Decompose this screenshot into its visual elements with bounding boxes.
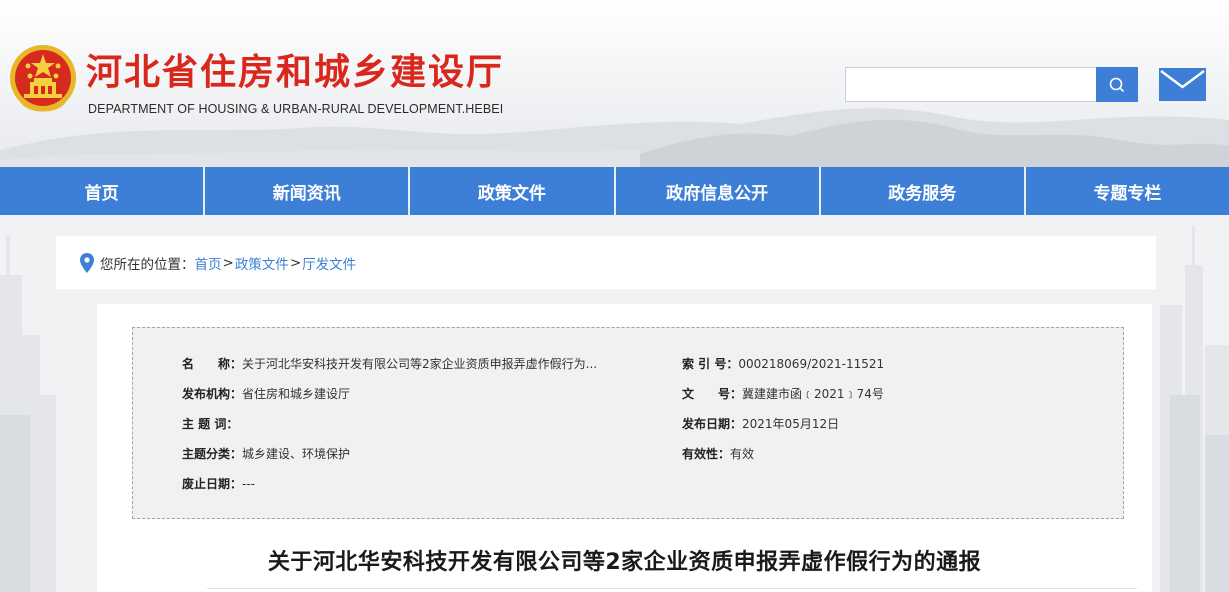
meta-name-value: 关于河北华安科技开发有限公司等2家企业资质申报弄虚作假行为... — [242, 357, 598, 371]
meta-name-label: 名 称： — [182, 357, 243, 371]
title-divider — [207, 588, 1137, 589]
meta-index: 索 引 号：000218069/2021-11521 — [682, 356, 1102, 372]
meta-validity-value: 有效 — [730, 447, 755, 461]
meta-docno-label: 文 号： — [682, 387, 743, 401]
meta-keywords: 主 题 词： — [182, 416, 622, 432]
breadcrumb-link-dept-docs[interactable]: 厅发文件 — [302, 253, 356, 273]
meta-docno: 文 号：冀建建市函﹝2021﹞74号 — [682, 386, 1102, 402]
nav-item-home[interactable]: 首页 — [0, 167, 206, 215]
breadcrumb-separator: > — [289, 254, 302, 271]
meta-validity: 有效性：有效 — [682, 446, 1102, 462]
meta-keywords-label: 主 题 词： — [182, 417, 239, 431]
breadcrumb-prefix: 您所在的位置： — [100, 256, 195, 273]
nav-item-services[interactable]: 政务服务 — [821, 167, 1026, 215]
document-title: 关于河北华安科技开发有限公司等2家企业资质申报弄虚作假行为的通报 — [267, 550, 982, 575]
meta-org-value: 省住房和城乡建设厅 — [242, 387, 351, 401]
meta-name: 名 称：关于河北华安科技开发有限公司等2家企业资质申报弄虚作假行为... — [182, 356, 622, 372]
article-card: 名 称：关于河北华安科技开发有限公司等2家企业资质申报弄虚作假行为... 索 引… — [97, 304, 1152, 592]
envelope-icon — [1159, 68, 1206, 101]
nav-item-news[interactable]: 新闻资讯 — [205, 167, 411, 215]
meta-org: 发布机构：省住房和城乡建设厅 — [182, 386, 622, 402]
meta-index-value: 000218069/2021-11521 — [738, 357, 885, 371]
page: 河北省住房和城乡建设厅 DEPARTMENT OF HOUSING & URBA… — [0, 0, 1229, 592]
meta-docno-value: 冀建建市函﹝2021﹞74号 — [742, 387, 884, 401]
meta-date-label: 发布日期： — [682, 417, 743, 431]
meta-expire-value: --- — [242, 477, 256, 491]
meta-index-label: 索 引 号： — [682, 357, 739, 371]
meta-date: 发布日期：2021年05月12日 — [682, 416, 1102, 432]
search-input[interactable] — [845, 67, 1097, 102]
meta-expire-label: 废止日期： — [182, 477, 243, 491]
site-subtitle: DEPARTMENT OF HOUSING & URBAN-RURAL DEVE… — [88, 102, 504, 116]
main-nav: 首页 新闻资讯 政策文件 政府信息公开 政务服务 专题专栏 — [0, 167, 1229, 215]
breadcrumb-link-policy[interactable]: 政策文件 — [235, 253, 289, 273]
search-button[interactable] — [1096, 67, 1138, 102]
site-title: 河北省住房和城乡建设厅 — [86, 51, 505, 93]
meta-validity-label: 有效性： — [682, 447, 731, 461]
breadcrumb-separator: > — [222, 254, 234, 271]
site-header: 河北省住房和城乡建设厅 DEPARTMENT OF HOUSING & URBA… — [0, 0, 1229, 167]
meta-org-label: 发布机构： — [182, 387, 243, 401]
nav-item-policy[interactable]: 政策文件 — [410, 167, 616, 215]
meta-category-label: 主题分类： — [182, 447, 243, 461]
nav-item-gov-info[interactable]: 政府信息公开 — [616, 167, 821, 215]
mailbox-button[interactable] — [1159, 68, 1206, 101]
meta-expire: 废止日期：--- — [182, 476, 622, 492]
national-emblem-icon — [10, 45, 76, 112]
meta-category: 主题分类：城乡建设、环境保护 — [182, 446, 622, 462]
breadcrumb-link-home[interactable]: 首页 — [195, 253, 222, 273]
search-icon — [1109, 77, 1125, 92]
location-pin-icon — [80, 252, 94, 273]
document-metadata: 名 称：关于河北华安科技开发有限公司等2家企业资质申报弄虚作假行为... 索 引… — [132, 327, 1124, 519]
meta-date-value: 2021年05月12日 — [742, 417, 840, 431]
breadcrumb: 您所在的位置： 首页 > 政策文件 > 厅发文件 — [56, 236, 1156, 289]
nav-item-topics[interactable]: 专题专栏 — [1026, 167, 1229, 215]
meta-category-value: 城乡建设、环境保护 — [242, 447, 351, 461]
